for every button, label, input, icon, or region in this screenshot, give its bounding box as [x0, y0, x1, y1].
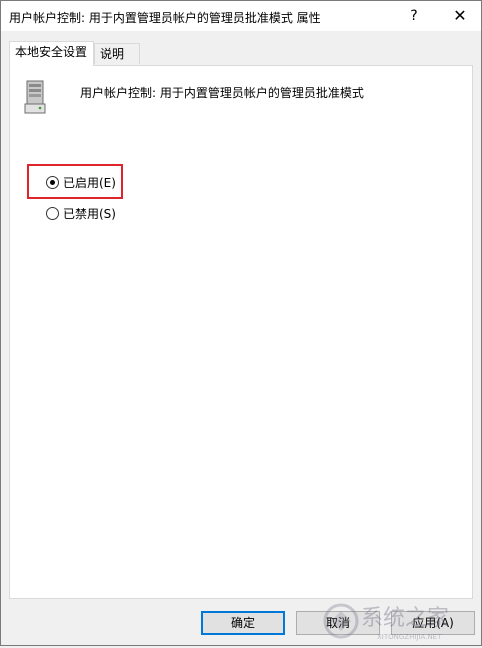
policy-name: 用户帐户控制: 用于内置管理员帐户的管理员批准模式: [80, 86, 364, 100]
disabled-option[interactable]: 已禁用(S): [46, 205, 116, 221]
enabled-label: 已启用(E): [63, 175, 116, 190]
ok-button[interactable]: 确定: [201, 611, 285, 635]
title-bar: 用户帐户控制: 用于内置管理员帐户的管理员批准模式 属性 ? ✕: [1, 1, 481, 31]
apply-button[interactable]: 应用(A): [391, 611, 475, 635]
window-title: 用户帐户控制: 用于内置管理员帐户的管理员批准模式 属性: [9, 11, 321, 25]
server-icon: [24, 80, 46, 114]
enabled-radio[interactable]: [46, 175, 59, 189]
help-button[interactable]: ?: [397, 3, 431, 29]
tab-explain[interactable]: 说明: [94, 43, 140, 64]
disabled-radio[interactable]: [46, 206, 59, 220]
close-button[interactable]: ✕: [441, 3, 479, 29]
enabled-option[interactable]: 已启用(E): [46, 174, 116, 190]
tab-panel: 用户帐户控制: 用于内置管理员帐户的管理员批准模式 已启用(E) 已禁用(S): [9, 65, 473, 599]
cancel-button[interactable]: 取消: [296, 611, 380, 635]
tab-local-security-setting[interactable]: 本地安全设置: [9, 41, 94, 66]
properties-dialog: 用户帐户控制: 用于内置管理员帐户的管理员批准模式 属性 ? ✕ 本地安全设置 …: [0, 0, 482, 646]
disabled-label: 已禁用(S): [63, 206, 116, 221]
